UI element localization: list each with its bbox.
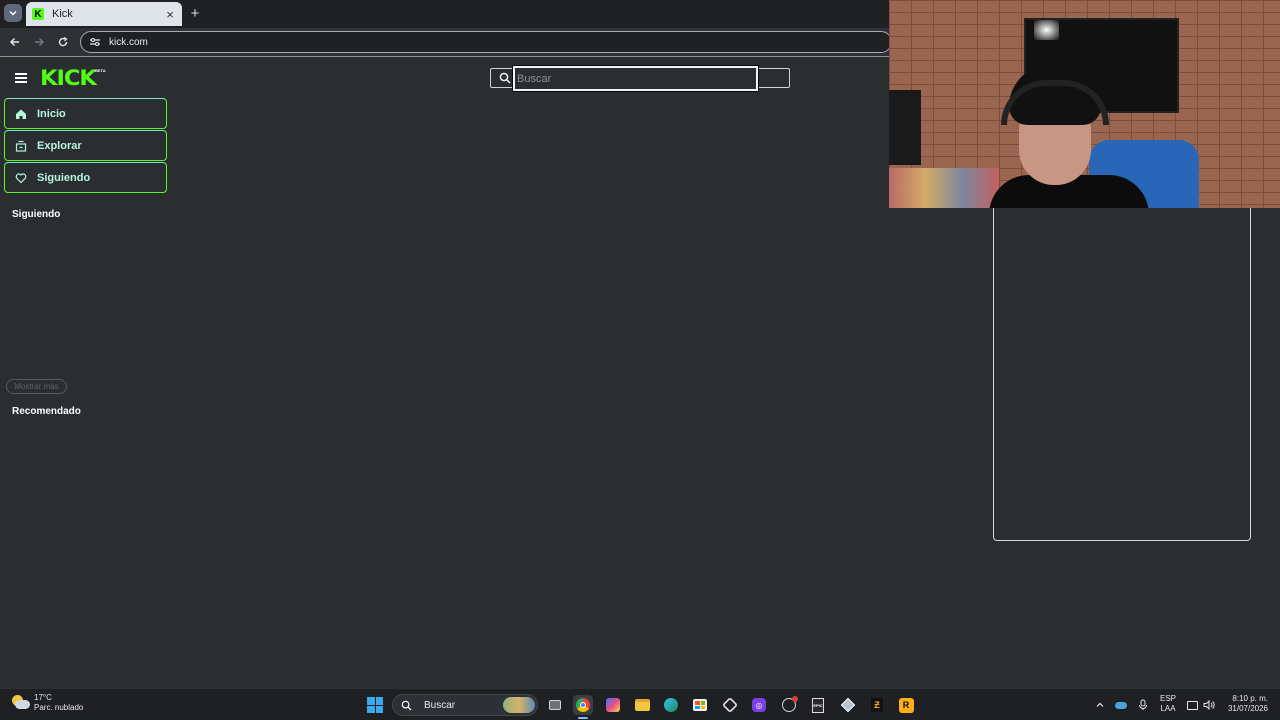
taskbar-search[interactable]: Buscar (392, 694, 538, 716)
clock-date: 31/07/2026 (1227, 704, 1268, 713)
kick-favicon-icon: K (32, 8, 44, 20)
language-code: ESP (1160, 694, 1177, 703)
show-hidden-icons-chevron-up-icon[interactable] (1095, 689, 1105, 720)
kick-logo[interactable]: KICK (40, 66, 97, 90)
explore-icon (15, 140, 27, 152)
search-input[interactable] (512, 65, 759, 92)
search-box (490, 65, 790, 92)
beta-label: BETA (95, 68, 106, 73)
sidebar-item-label: Inicio (37, 107, 66, 120)
sidebar-item-explorar[interactable]: Explorar (4, 130, 167, 161)
site-settings-icon[interactable] (89, 37, 101, 47)
taskbar-search-label: Buscar (424, 699, 456, 711)
menu-icon[interactable] (15, 73, 27, 83)
system-clock[interactable]: 8:10 p. m. 31/07/2026 (1224, 694, 1268, 714)
search-highlight-image (503, 697, 535, 713)
show-more-button[interactable]: Mostrar más (6, 379, 67, 394)
browser-tab-kick[interactable]: K Kick × (26, 2, 182, 26)
keyboard-layout: LAA (1160, 704, 1176, 713)
tab-search-button[interactable] (4, 4, 22, 22)
network-icon[interactable] (1187, 689, 1198, 720)
microphone-icon[interactable] (1138, 689, 1148, 720)
search-icon[interactable] (499, 72, 511, 84)
new-tab-plus-icon[interactable]: + (188, 5, 202, 22)
microsoft-store-icon[interactable] (690, 695, 710, 715)
reload-icon (58, 36, 68, 47)
weather-widget[interactable]: 17°C Parc. nublado (12, 693, 83, 713)
3d-viewer-icon[interactable] (838, 695, 858, 715)
arrow-right-icon (35, 38, 44, 46)
language-indicator[interactable]: ESP LAA (1160, 694, 1176, 714)
chrome-icon[interactable] (573, 695, 593, 719)
speaker (889, 90, 921, 165)
search-icon (401, 700, 412, 711)
recommended-section-title: Recomendado (12, 406, 81, 417)
photos-app-icon[interactable] (603, 695, 623, 715)
tab-close-icon[interactable]: × (164, 7, 176, 22)
chevron-down-icon (9, 11, 17, 16)
steam-icon[interactable] (779, 695, 799, 715)
sidebar-item-siguiendo[interactable]: Siguiendo (4, 162, 167, 193)
windows-start-icon[interactable] (367, 697, 383, 713)
tab-title: Kick (52, 8, 73, 20)
rockstar-r-icon[interactable]: Ƶ (867, 695, 887, 715)
sidebar-item-label: Explorar (37, 139, 82, 152)
following-section-title: Siguiendo (12, 209, 61, 220)
epic-games-icon[interactable]: EPIC (808, 695, 828, 715)
file-explorer-icon[interactable] (632, 695, 652, 715)
sidebar-item-label: Siguiendo (37, 171, 91, 184)
weather-desc: Parc. nublado (34, 703, 84, 712)
task-view-icon[interactable] (545, 695, 565, 715)
streamer (989, 60, 1169, 208)
sidebar-item-inicio[interactable]: Inicio (4, 98, 167, 129)
windows-taskbar: 17°C Parc. nublado Buscar ◎ EPIC Ƶ R ESP… (0, 688, 1280, 720)
light-glare (1034, 20, 1059, 40)
rockstar-games-icon[interactable]: R (896, 695, 916, 715)
url-text: kick.com (109, 36, 148, 48)
chat-panel (993, 208, 1251, 541)
forward-button[interactable] (31, 34, 47, 50)
arrow-left-icon (10, 38, 19, 46)
desk-clutter (889, 168, 999, 208)
home-icon (16, 109, 26, 119)
weather-temp: 17°C (34, 693, 52, 702)
webcam-overlay (889, 0, 1280, 208)
back-button[interactable] (7, 34, 23, 50)
reload-button[interactable] (55, 34, 71, 50)
edge-icon[interactable] (661, 695, 681, 715)
clipchamp-icon[interactable]: ◎ (749, 695, 769, 715)
volume-icon[interactable] (1203, 689, 1215, 720)
onedrive-cloud-icon[interactable] (1115, 689, 1127, 720)
address-bar[interactable]: kick.com (80, 31, 892, 53)
clock-time: 8:10 p. m. (1232, 694, 1268, 703)
heart-icon (15, 172, 27, 183)
office-icon[interactable] (720, 695, 740, 715)
partly-cloudy-icon (12, 695, 30, 711)
